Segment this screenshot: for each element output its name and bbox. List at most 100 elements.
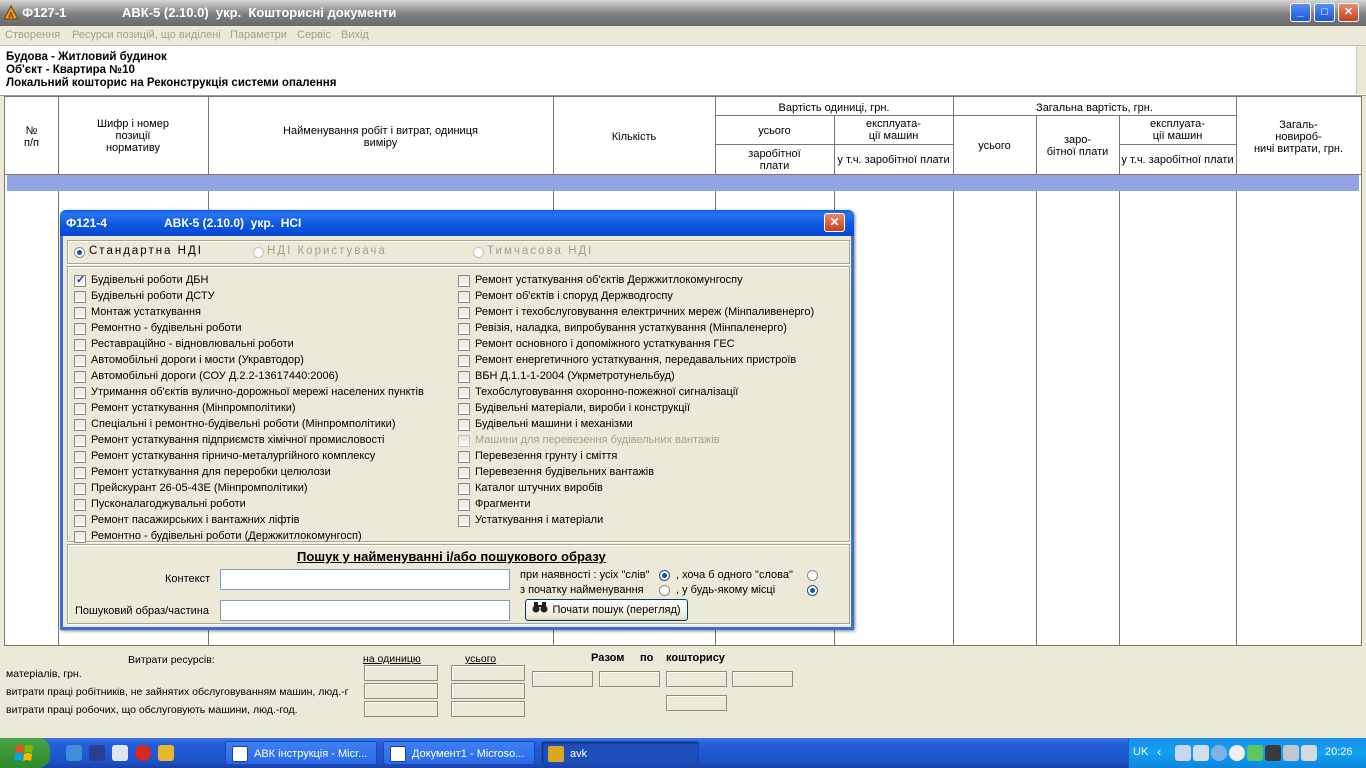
total-cost-header: Загальна вартість, грн.: [1036, 102, 1153, 114]
checkbox[interactable]: [74, 403, 86, 415]
menu-resources[interactable]: Ресурси позицій, що виділені: [72, 29, 221, 41]
dialog-title-bar: Ф121-4 АВК-5 (2.10.0) укр. НСІ ✕: [60, 210, 854, 236]
source-standard-radio[interactable]: [74, 247, 85, 258]
checkbox[interactable]: [458, 355, 470, 367]
col-qty-header: Кількість: [611, 131, 657, 143]
checkbox[interactable]: [458, 403, 470, 415]
checkbox[interactable]: [458, 387, 470, 399]
checkbox[interactable]: [74, 291, 86, 303]
catalog-item-label: Ремонт і техобслуговування електричних м…: [475, 306, 815, 318]
opera-icon[interactable]: [135, 745, 151, 761]
tray-app-icon[interactable]: [1265, 745, 1281, 761]
tool-icon[interactable]: [158, 745, 174, 761]
all-words-radio[interactable]: [659, 570, 670, 581]
total-label: усього: [465, 653, 497, 665]
task-avk[interactable]: avk: [541, 741, 699, 765]
close-button[interactable]: ✕: [1338, 3, 1359, 22]
menu-parameters[interactable]: Параметри: [230, 29, 287, 41]
header-scrollbar[interactable]: [1356, 46, 1366, 94]
checkbox[interactable]: [74, 339, 86, 351]
explorer-icon[interactable]: [112, 745, 128, 761]
checkbox[interactable]: [458, 451, 470, 463]
checkbox[interactable]: [458, 515, 470, 527]
chevron-left-icon[interactable]: ‹: [1157, 744, 1161, 759]
checkbox[interactable]: [74, 499, 86, 511]
menu-service[interactable]: Сервіс: [297, 29, 331, 41]
checkbox[interactable]: [74, 515, 86, 527]
antivirus-icon[interactable]: [1247, 745, 1263, 761]
catalog-item-label: Ремонт устаткування гірничо-металургійно…: [91, 450, 376, 462]
dialog-close-button[interactable]: ✕: [824, 213, 845, 232]
menu-create[interactable]: Створення: [5, 29, 60, 41]
summary-field-5: [666, 695, 727, 711]
checkbox[interactable]: [458, 323, 470, 335]
checkbox[interactable]: [74, 435, 86, 447]
checkbox[interactable]: [458, 339, 470, 351]
checkbox[interactable]: [74, 483, 86, 495]
checkbox[interactable]: [458, 467, 470, 479]
catalog-item-label: Пусконалагоджувальні роботи: [91, 498, 246, 510]
checkbox[interactable]: [74, 387, 86, 399]
checkbox[interactable]: [458, 275, 470, 287]
checkbox[interactable]: [74, 307, 86, 319]
summary-label-2: по: [640, 652, 654, 664]
checkbox[interactable]: [458, 435, 470, 447]
checkbox[interactable]: [458, 483, 470, 495]
task-document1[interactable]: Документ1 - Microso...: [383, 741, 535, 765]
checkbox[interactable]: [74, 273, 86, 287]
checkbox[interactable]: [458, 307, 470, 319]
anywhere-radio[interactable]: [807, 585, 818, 596]
word-icon: [390, 746, 406, 762]
volume-icon[interactable]: [1193, 745, 1209, 761]
object-label: Об'єкт - Квартира №10: [6, 64, 135, 76]
selected-table-row[interactable]: [7, 175, 1359, 191]
checkbox[interactable]: [458, 291, 470, 303]
total-wages-header: заро-бітної плати: [1046, 134, 1109, 158]
checkbox[interactable]: [458, 419, 470, 431]
save-icon[interactable]: [89, 745, 105, 761]
minimize-button[interactable]: _: [1290, 3, 1311, 22]
catalog-item-label: Ремонтно - будівельні роботи (Держжитлок…: [91, 530, 362, 542]
menu-bar: Створення Ресурси позицій, що виділені П…: [0, 26, 1366, 46]
maximize-button[interactable]: □: [1314, 3, 1335, 22]
menu-exit[interactable]: Вихід: [341, 29, 369, 41]
ie-icon[interactable]: [66, 745, 82, 761]
start-button[interactable]: [0, 738, 50, 768]
close-icon: ✕: [1343, 6, 1354, 18]
skype-icon[interactable]: [1229, 745, 1245, 761]
resources-title: Витрати ресурсів:: [128, 654, 215, 666]
source-temp-radio[interactable]: [473, 247, 484, 258]
materials-label: матеріалів, грн.: [6, 668, 82, 680]
checkbox[interactable]: [74, 371, 86, 383]
catalog-item-label: Будівельні роботи ДСТУ: [91, 290, 215, 302]
unit-cost-header: Вартість одиниці, грн.: [778, 102, 890, 114]
source-selector: Стандартна НДІ НДІ Користувача Тимчасова…: [67, 240, 850, 264]
pattern-input[interactable]: [220, 600, 510, 621]
from-start-radio[interactable]: [659, 585, 670, 596]
checkbox[interactable]: [74, 451, 86, 463]
checkbox[interactable]: [74, 467, 86, 479]
safely-remove-icon[interactable]: [1301, 745, 1317, 761]
checkbox[interactable]: [458, 371, 470, 383]
update-icon[interactable]: [1211, 745, 1227, 761]
catalog-item-label: Ремонт енергетичного устаткування, перед…: [475, 354, 797, 366]
display-icon[interactable]: [1283, 745, 1299, 761]
start-search-button[interactable]: Почати пошук (перегляд): [525, 599, 688, 621]
total-incl-wages-header: у т.ч. заробітної плати: [1121, 154, 1234, 166]
source-user-radio[interactable]: [253, 247, 264, 258]
summary-label-1: Разом: [591, 652, 625, 664]
checkbox[interactable]: [74, 531, 86, 543]
catalog-item-label: Ревізія, наладка, випробування устаткува…: [475, 322, 787, 334]
app-icon: A: [3, 4, 19, 20]
context-input[interactable]: [220, 569, 510, 590]
task-avk-instruction[interactable]: АВК інструкція - Micr...: [225, 741, 377, 765]
catalog-item-label: Устаткування і матеріали: [475, 514, 604, 526]
language-indicator[interactable]: UK: [1133, 746, 1148, 758]
checkbox[interactable]: [458, 499, 470, 511]
network-icon[interactable]: [1175, 745, 1191, 761]
start-search-label: Почати пошук (перегляд): [552, 604, 681, 616]
checkbox[interactable]: [74, 419, 86, 431]
checkbox[interactable]: [74, 323, 86, 335]
any-word-radio[interactable]: [807, 570, 818, 581]
checkbox[interactable]: [74, 355, 86, 367]
